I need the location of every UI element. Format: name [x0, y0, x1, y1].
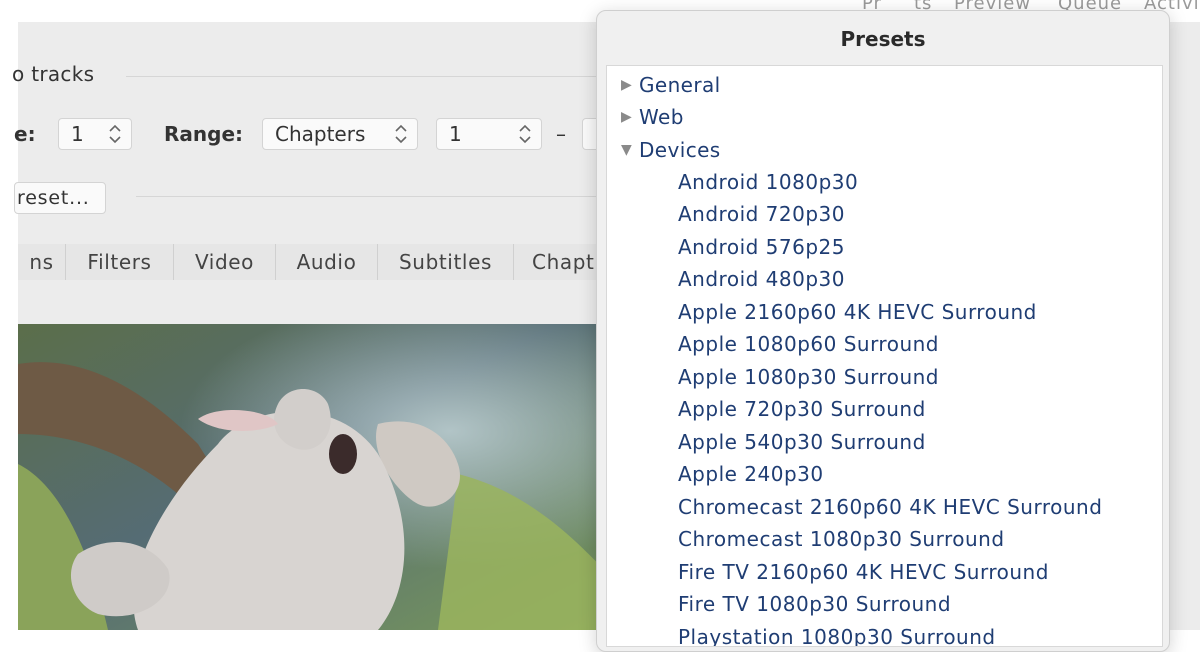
preset-item[interactable]: Apple 1080p60 Surround — [678, 329, 939, 359]
range-type-value: Chapters — [275, 122, 366, 146]
tab-audio[interactable]: Audio — [276, 244, 378, 280]
preset-group-web[interactable]: ▶ Web — [621, 102, 684, 132]
preset-item[interactable]: Chromecast 2160p60 4K HEVC Surround — [678, 492, 1102, 522]
preset-group-devices[interactable]: ▼ Devices — [621, 135, 721, 165]
up-down-chevron-icon — [395, 124, 407, 144]
video-preview-image — [18, 324, 618, 630]
preset-item[interactable]: Apple 240p30 — [678, 459, 824, 489]
preset-group-label: General — [639, 73, 721, 97]
tab-video[interactable]: Video — [174, 244, 276, 280]
tab-dimensions[interactable]: ns — [18, 244, 66, 280]
tab-subtitles[interactable]: Subtitles — [378, 244, 514, 280]
preset-group-general[interactable]: ▶ General — [621, 70, 721, 100]
disclosure-down-icon[interactable]: ▼ — [621, 135, 639, 165]
preset-item[interactable]: Fire TV 2160p60 4K HEVC Surround — [678, 557, 1049, 587]
presets-title: Presets — [840, 27, 926, 51]
preset-item[interactable]: Fire TV 1080p30 Surround — [678, 589, 951, 619]
range-type-select[interactable]: Chapters — [262, 118, 418, 150]
presets-popover: Presets ▶ General ▶ Web ▼ Devices Android 1… — [596, 10, 1170, 652]
preset-item[interactable]: Apple 2160p60 4K HEVC Surround — [678, 297, 1037, 327]
preset-item[interactable]: Apple 540p30 Surround — [678, 427, 926, 457]
disclosure-right-icon[interactable]: ▶ — [621, 102, 639, 132]
preset-item[interactable]: Chromecast 1080p30 Surround — [678, 524, 1005, 554]
preset-item[interactable]: Android 1080p30 — [678, 167, 858, 197]
up-down-chevron-icon — [109, 124, 121, 144]
preset-group-label: Devices — [639, 138, 721, 162]
range-start-value: 1 — [449, 122, 462, 146]
angle-stepper[interactable]: 1 — [58, 118, 132, 150]
section-divider — [126, 76, 606, 77]
preset-item[interactable]: Apple 720p30 Surround — [678, 394, 926, 424]
settings-tabs: ns Filters Video Audio Subtitles Chapt — [18, 244, 618, 280]
preset-item[interactable]: Android 720p30 — [678, 199, 845, 229]
tab-filters[interactable]: Filters — [66, 244, 174, 280]
preset-button-label: reset... — [17, 187, 90, 209]
range-start-select[interactable]: 1 — [436, 118, 542, 150]
preset-item[interactable]: Android 480p30 — [678, 264, 845, 294]
preset-button[interactable]: reset... — [14, 182, 106, 214]
preset-item[interactable]: Apple 1080p30 Surround — [678, 362, 939, 392]
section-divider — [136, 196, 606, 197]
preset-group-label: Web — [639, 105, 684, 129]
angle-value: 1 — [71, 122, 84, 146]
disclosure-right-icon[interactable]: ▶ — [621, 70, 639, 100]
angle-label: e: — [14, 122, 36, 146]
presets-list: ▶ General ▶ Web ▼ Devices Android 1080p30 A… — [606, 65, 1163, 647]
up-down-chevron-icon — [519, 124, 531, 144]
range-label: Range: — [164, 122, 244, 146]
range-dash: – — [556, 122, 566, 146]
tracks-section-label: o tracks — [12, 62, 95, 86]
preset-item[interactable]: Playstation 1080p30 Surround — [678, 622, 996, 646]
preset-item[interactable]: Android 576p25 — [678, 232, 845, 262]
